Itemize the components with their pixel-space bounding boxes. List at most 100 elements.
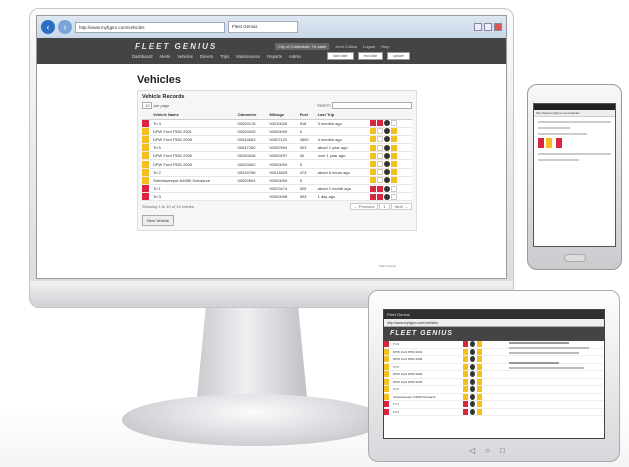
phone-home-button[interactable] (564, 254, 586, 262)
table-row[interactable]: Tri 1 00023474 925 about 1 month ago (142, 184, 412, 194)
phone-address-bar[interactable]: http://www.myfgpro.com/vehicles (534, 110, 615, 117)
tablet-action-icon[interactable] (470, 386, 475, 393)
gear-icon[interactable] (383, 152, 390, 159)
tablet-action-icon[interactable] (477, 386, 482, 393)
nav-vehicles[interactable]: Vehicles (177, 54, 193, 59)
table-row[interactable]: Tri 2 00018766 00014829 473 about 6 hours ag… (142, 168, 412, 177)
tablet-action-icon[interactable] (463, 393, 468, 400)
nav-drivers[interactable]: Drivers (200, 54, 213, 59)
tablet-action-icon[interactable] (463, 363, 468, 370)
end-date-input[interactable]: end date (357, 52, 384, 60)
fuel-icon[interactable] (376, 161, 383, 168)
address-bar[interactable]: http://www.myfgpro.com/vehicles (75, 21, 225, 33)
map-icon[interactable] (390, 161, 397, 168)
next-button[interactable]: Next → (390, 203, 412, 211)
start-date-input[interactable]: start date (327, 52, 354, 60)
nav-alerts[interactable]: Alerts (160, 54, 171, 59)
table-row[interactable]: DPW Ford F550 2001 00000025 00000000 0 (142, 127, 412, 136)
close-icon[interactable] (494, 23, 502, 31)
tablet-action-icon[interactable] (470, 356, 475, 363)
tablet-action-icon[interactable] (463, 408, 468, 415)
fuel-icon[interactable] (376, 120, 383, 127)
edit-icon[interactable] (369, 152, 376, 159)
fuel-icon[interactable] (376, 169, 383, 176)
tablet-action-icon[interactable] (463, 348, 468, 355)
map-icon[interactable] (390, 177, 397, 184)
help-link[interactable]: Help (381, 44, 389, 49)
table-row[interactable]: DPW Ford F550 2008 00044653 00007122 2800 4 … (142, 135, 412, 145)
fuel-icon[interactable] (376, 128, 383, 135)
minimize-icon[interactable] (474, 23, 482, 31)
col-mileage[interactable]: Mileage (267, 111, 298, 120)
tablet-tab-bar[interactable]: Fleet Genius (384, 310, 604, 319)
tablet-action-icon[interactable] (477, 356, 482, 363)
map-icon[interactable] (390, 144, 397, 151)
gear-icon[interactable] (383, 177, 390, 184)
gear-icon[interactable] (383, 161, 390, 168)
tablet-row[interactable]: Tri 1 (384, 401, 604, 409)
map-icon[interactable] (390, 128, 397, 135)
map-icon[interactable] (390, 185, 397, 192)
edit-icon[interactable] (369, 185, 376, 192)
gear-icon[interactable] (383, 185, 390, 192)
per-page-select[interactable]: 10 (142, 102, 153, 109)
col-fuel[interactable]: Fuel (297, 111, 316, 120)
city-select[interactable]: City of Cottesdale, Tri-state (275, 43, 330, 50)
fuel-icon[interactable] (376, 177, 383, 184)
gear-icon[interactable] (383, 128, 390, 135)
tablet-address-bar[interactable]: http://www.myfgpro.com/vehicles (384, 319, 604, 327)
tablet-action-icon[interactable] (463, 386, 468, 393)
tablet-action-icon[interactable] (463, 356, 468, 363)
vehicle-name[interactable]: DPW Ford F550 2008 (151, 135, 236, 145)
edit-icon[interactable] (369, 120, 376, 127)
gear-icon[interactable] (383, 136, 390, 143)
vehicle-name[interactable]: Tri 3 (151, 192, 236, 202)
nav-admin[interactable]: Admin (289, 54, 301, 59)
table-row[interactable]: Tri 5 00047250 00002994 303 about 1 year ago (142, 143, 412, 153)
edit-icon[interactable] (369, 193, 376, 200)
tablet-action-icon[interactable] (477, 363, 482, 370)
vehicle-name[interactable]: DPW Ford F550 2001 (151, 127, 236, 136)
map-icon[interactable] (390, 120, 397, 127)
vehicle-name[interactable]: DPW Ford F550 2005 (151, 159, 236, 169)
tablet-action-icon[interactable] (477, 393, 482, 400)
nav-maintenance[interactable]: Maintenance (236, 54, 260, 59)
edit-icon[interactable] (369, 136, 376, 143)
maximize-icon[interactable] (484, 23, 492, 31)
map-icon[interactable] (390, 136, 397, 143)
gear-icon[interactable] (383, 193, 390, 200)
search-input[interactable] (332, 102, 412, 109)
col-odometer[interactable]: Odometer (235, 111, 268, 120)
user-link[interactable]: John Collins (335, 44, 357, 49)
edit-icon[interactable] (369, 169, 376, 176)
edit-icon[interactable] (369, 128, 376, 135)
tablet-action-icon[interactable] (470, 341, 475, 348)
fuel-icon[interactable] (376, 193, 383, 200)
tablet-action-icon[interactable] (463, 341, 468, 348)
nav-dashboard[interactable]: Dashboard (132, 54, 153, 59)
table-row[interactable]: DPW Ford F550 2006 00040548 00000297 40 over… (142, 151, 412, 161)
tablet-action-icon[interactable] (470, 348, 475, 355)
tablet-action-icon[interactable] (477, 378, 482, 385)
back-icon[interactable]: ‹ (41, 20, 55, 34)
edit-icon[interactable] (369, 144, 376, 151)
tablet-action-icon[interactable] (463, 401, 468, 408)
vehicle-name[interactable]: Tri 1 (151, 184, 236, 194)
fuel-icon[interactable] (376, 152, 383, 159)
tablet-action-icon[interactable] (470, 401, 475, 408)
gear-icon[interactable] (383, 169, 390, 176)
tablet-action-icon[interactable] (470, 393, 475, 400)
tablet-action-icon[interactable] (470, 378, 475, 385)
vehicle-name[interactable]: Tri 4 (151, 119, 236, 128)
tablet-row[interactable]: Streetsweeper A4050 Schwarze (384, 393, 604, 401)
tablet-row[interactable]: Tri 2 (384, 386, 604, 394)
update-button[interactable]: update (387, 52, 410, 60)
tablet-action-icon[interactable] (463, 371, 468, 378)
fuel-icon[interactable] (376, 144, 383, 151)
forward-icon[interactable]: › (58, 20, 72, 34)
fuel-icon[interactable] (376, 136, 383, 143)
edit-icon[interactable] (369, 177, 376, 184)
tablet-action-icon[interactable] (477, 348, 482, 355)
tablet-action-icon[interactable] (470, 363, 475, 370)
tablet-action-icon[interactable] (477, 408, 482, 415)
